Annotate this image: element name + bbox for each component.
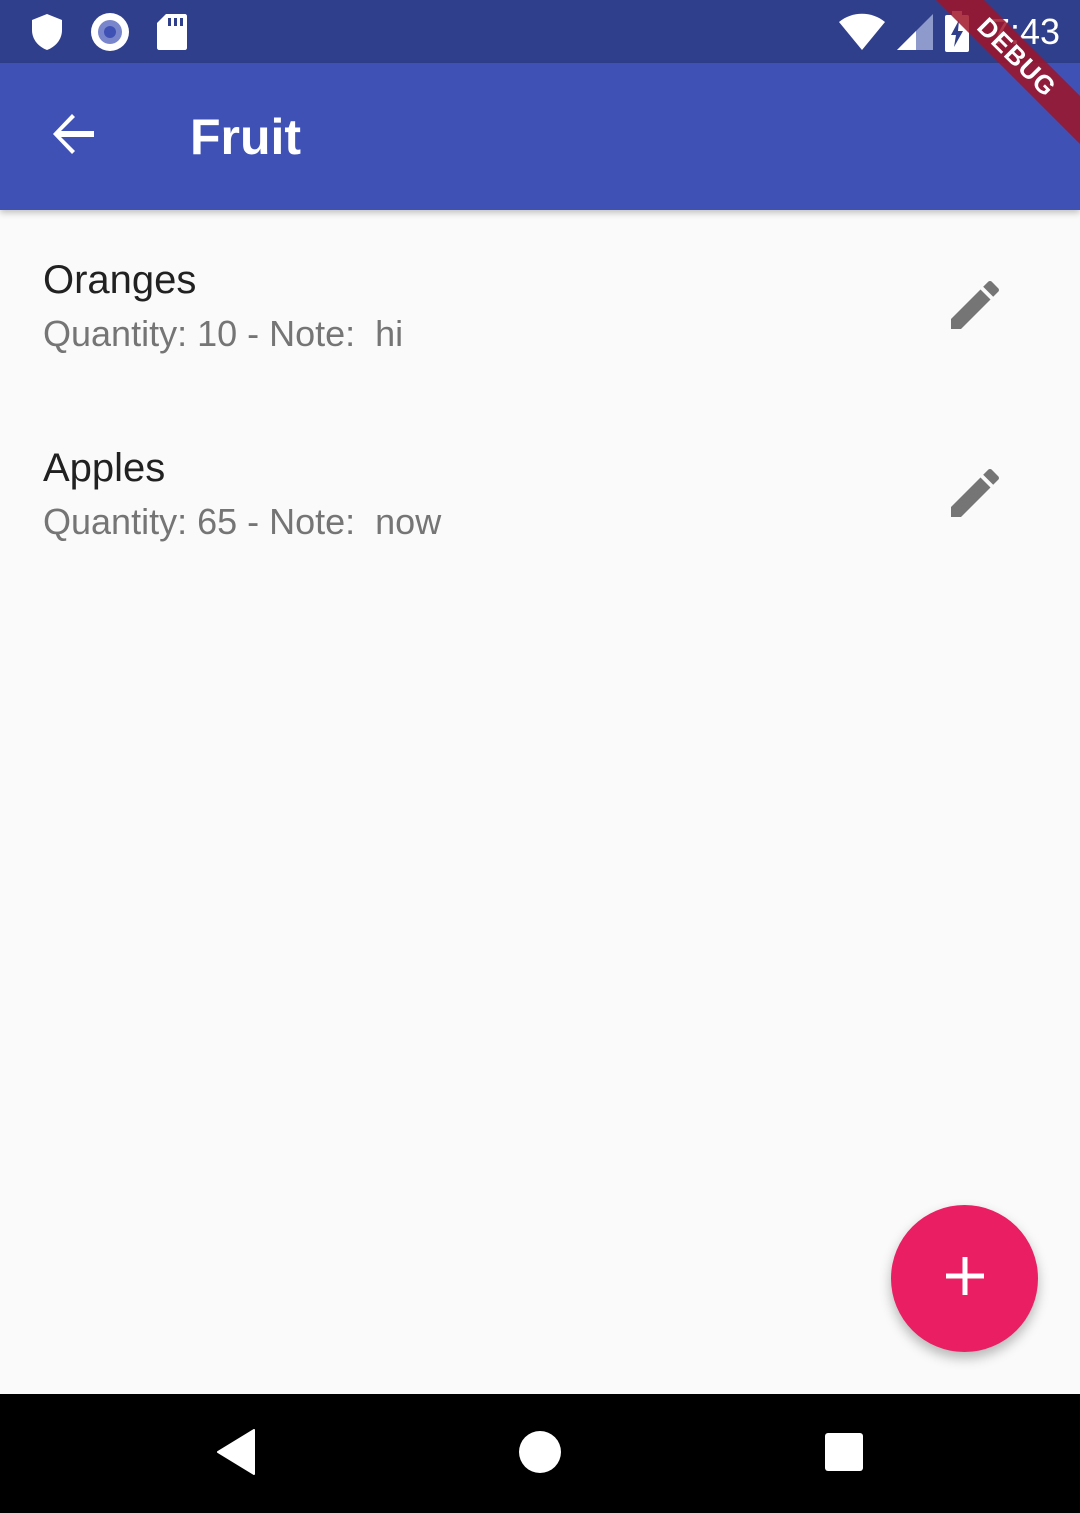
list-item[interactable]: Apples Quantity: 65 - Note: now bbox=[0, 398, 1080, 586]
nav-recents-button[interactable] bbox=[814, 1424, 874, 1484]
item-title: Apples bbox=[43, 446, 166, 490]
home-circle-icon bbox=[518, 1430, 562, 1479]
list-item[interactable]: Oranges Quantity: 10 - Note: hi bbox=[0, 210, 1080, 398]
recents-square-icon bbox=[824, 1432, 864, 1477]
status-left-icons bbox=[30, 12, 188, 52]
signal-icon bbox=[896, 13, 934, 51]
arrow-back-icon bbox=[51, 111, 97, 162]
app-bar: Fruit bbox=[0, 63, 1080, 210]
edit-button[interactable] bbox=[935, 267, 1015, 347]
sd-card-icon bbox=[156, 13, 188, 51]
back-button[interactable] bbox=[34, 96, 114, 176]
record-icon bbox=[90, 12, 130, 52]
item-subtitle: Quantity: 10 - Note: hi bbox=[43, 313, 404, 354]
wifi-icon bbox=[838, 13, 886, 51]
status-right-icons: 7:43 bbox=[838, 8, 1060, 56]
item-subtitle: Quantity: 65 - Note: now bbox=[43, 501, 442, 542]
battery-charging-icon bbox=[944, 11, 970, 53]
nav-home-button[interactable] bbox=[510, 1424, 570, 1484]
system-nav-bar bbox=[0, 1394, 1080, 1513]
add-icon bbox=[945, 1256, 985, 1301]
item-title: Oranges bbox=[43, 258, 197, 302]
page-title: Fruit bbox=[190, 109, 302, 165]
status-bar: 7:43 bbox=[0, 0, 1080, 63]
shield-icon bbox=[30, 13, 64, 51]
fruit-list: Oranges Quantity: 10 - Note: hi Apples Q… bbox=[0, 210, 1080, 586]
edit-icon bbox=[951, 280, 999, 334]
add-item-fab[interactable] bbox=[891, 1205, 1038, 1352]
edit-button[interactable] bbox=[935, 455, 1015, 535]
status-clock: 7:43 bbox=[989, 11, 1060, 52]
back-triangle-icon bbox=[216, 1428, 256, 1480]
nav-back-button[interactable] bbox=[206, 1424, 266, 1484]
edit-icon bbox=[951, 468, 999, 522]
